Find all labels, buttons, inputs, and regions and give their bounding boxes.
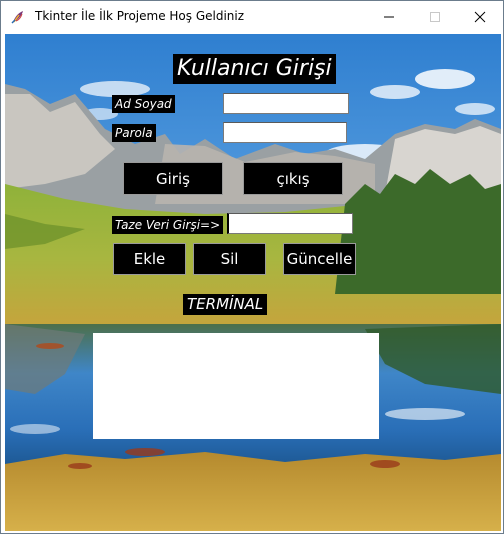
background-scene: Kullanıcı Girişi Ad Soyad Parola Giriş ç… xyxy=(5,34,501,531)
terminal-output[interactable] xyxy=(93,333,379,439)
minimize-button[interactable] xyxy=(366,1,412,33)
terminal-label: TERMİNAL xyxy=(183,294,268,315)
name-label: Ad Soyad xyxy=(112,95,175,113)
maximize-icon xyxy=(430,12,440,22)
name-input[interactable] xyxy=(223,93,349,114)
close-icon xyxy=(474,11,486,23)
login-heading: Kullanıcı Girişi xyxy=(173,54,336,84)
window-title: Tkinter İle İlk Projeme Hoş Geldiniz xyxy=(35,9,245,23)
app-window: Tkinter İle İlk Projeme Hoş Geldiniz Kul… xyxy=(0,0,504,534)
maximize-button[interactable] xyxy=(412,1,458,33)
feather-icon xyxy=(10,9,26,25)
password-input[interactable] xyxy=(223,122,347,143)
exit-button[interactable]: çıkış xyxy=(243,162,343,195)
login-button[interactable]: Giriş xyxy=(123,162,223,195)
add-button[interactable]: Ekle xyxy=(113,243,186,275)
title-bar[interactable]: Tkinter İle İlk Projeme Hoş Geldiniz xyxy=(1,1,503,33)
new-data-label: Taze Veri Girşi=> xyxy=(112,216,224,234)
password-label: Parola xyxy=(112,124,156,142)
new-data-input[interactable] xyxy=(227,213,353,234)
close-button[interactable] xyxy=(457,1,503,33)
update-button[interactable]: Güncelle xyxy=(283,243,356,275)
minimize-icon xyxy=(384,16,394,18)
delete-button[interactable]: Sil xyxy=(193,243,266,275)
